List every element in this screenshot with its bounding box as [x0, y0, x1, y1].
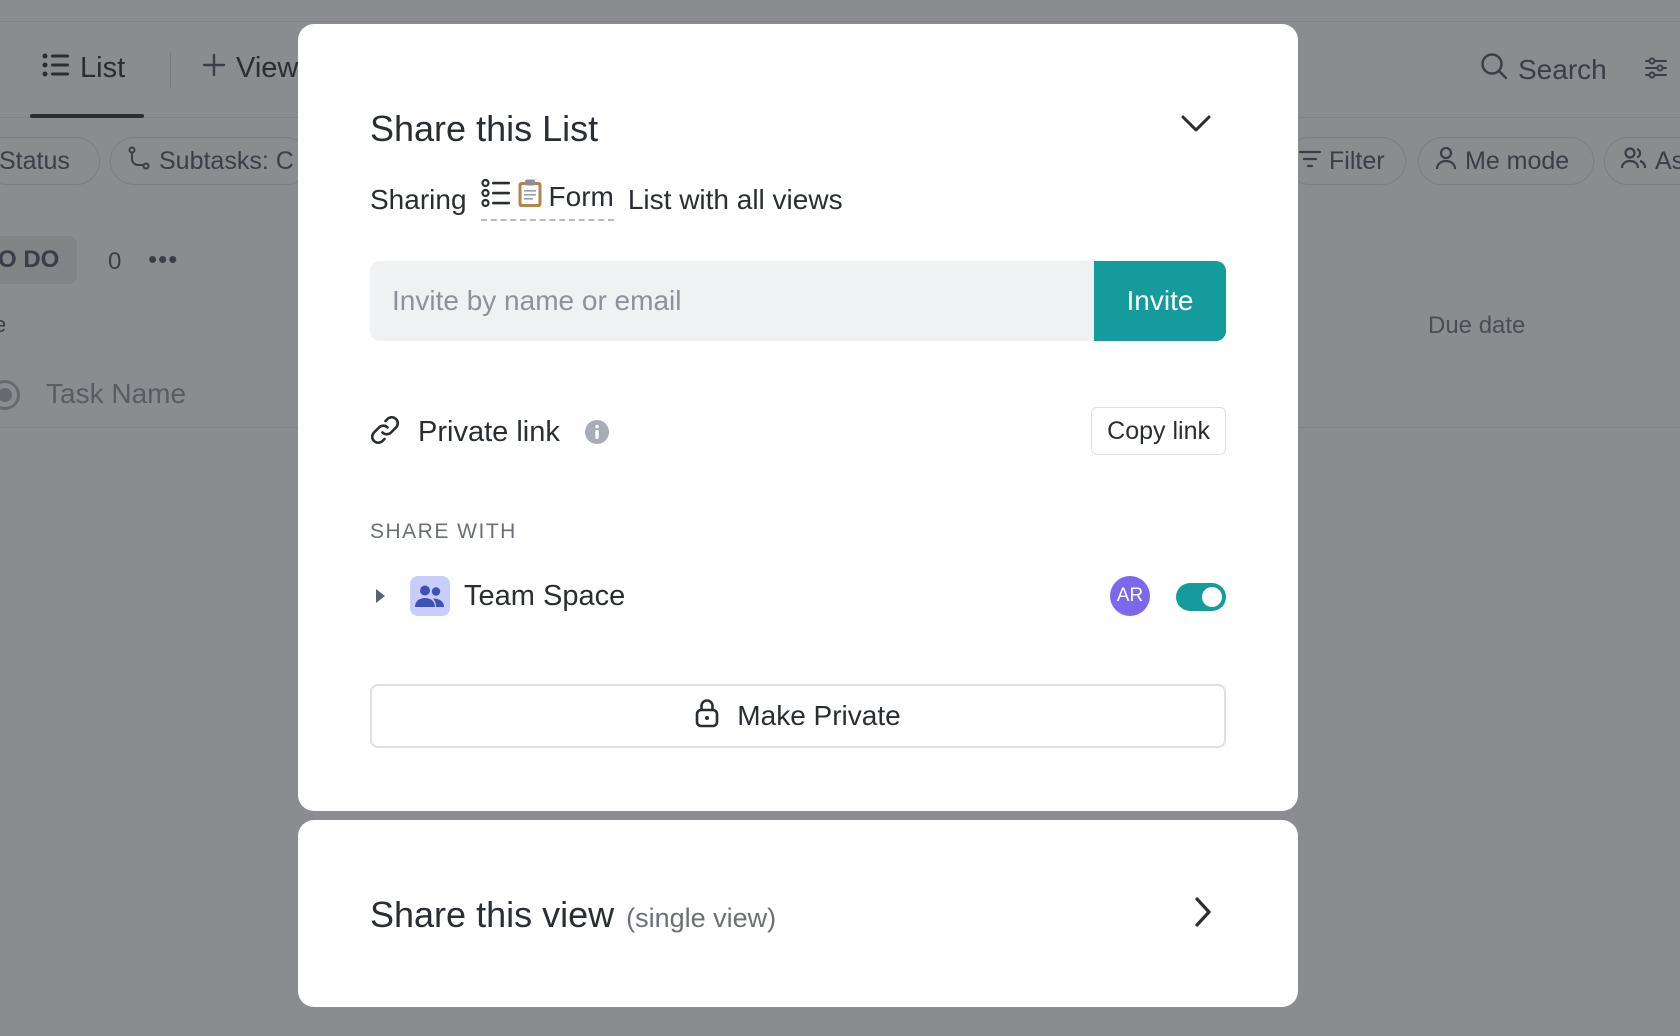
- team-share-toggle[interactable]: [1176, 583, 1226, 611]
- expand-caret-icon[interactable]: [374, 587, 388, 605]
- invite-row: Invite: [370, 261, 1226, 341]
- invite-input[interactable]: [370, 261, 1094, 341]
- chevron-down-icon: [1181, 115, 1211, 138]
- private-link-label: Private link: [418, 415, 560, 448]
- invite-button[interactable]: Invite: [1094, 261, 1226, 341]
- share-list-title: Share this List: [370, 108, 599, 149]
- chevron-right-icon: [1194, 896, 1212, 933]
- share-view-card[interactable]: Share this view (single view): [298, 820, 1298, 1007]
- expand-share-view-button[interactable]: [1188, 894, 1218, 934]
- avatar[interactable]: AR: [1110, 576, 1150, 616]
- toggle-knob: [1202, 587, 1222, 607]
- collapse-button[interactable]: [1176, 106, 1216, 146]
- sharing-target-label: Form: [548, 180, 614, 212]
- share-view-title-row: Share this view (single view): [370, 894, 776, 936]
- sharing-prefix: Sharing: [370, 183, 467, 215]
- make-private-button[interactable]: Make Private: [370, 684, 1226, 748]
- team-space-label: Team Space: [464, 579, 626, 612]
- private-link-row: Private link Copy link: [370, 407, 1226, 457]
- team-space-row: Team Space AR: [370, 572, 1226, 620]
- share-view-title: Share this view: [370, 894, 615, 935]
- lock-icon: [695, 698, 719, 735]
- sharing-target[interactable]: Form: [480, 178, 614, 221]
- clipboard-icon: [517, 178, 543, 215]
- share-list-card: Share this List Sharing Form List with a…: [298, 24, 1298, 811]
- list-icon: [480, 178, 511, 215]
- copy-link-button[interactable]: Copy link: [1091, 407, 1226, 455]
- share-with-heading: SHARE WITH: [370, 520, 517, 543]
- sharing-suffix: List with all views: [627, 183, 843, 215]
- team-icon: [410, 576, 450, 616]
- link-icon: [370, 415, 400, 450]
- make-private-label: Make Private: [737, 700, 901, 731]
- sharing-description: Sharing Form List with all views: [370, 178, 843, 221]
- info-icon[interactable]: [584, 419, 610, 445]
- share-view-subtitle: (single view): [626, 903, 777, 933]
